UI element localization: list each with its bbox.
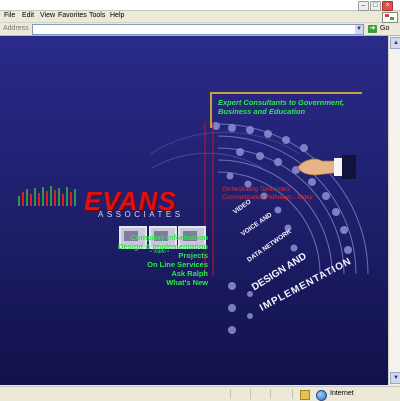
security-zone-label: Internet (330, 390, 354, 397)
go-button[interactable]: Go (380, 25, 389, 32)
slogan-line-2: Communication Pathways...Today (222, 195, 313, 201)
menu-view[interactable]: View (40, 12, 55, 19)
menu-help[interactable]: Help (110, 12, 124, 19)
status-divider (230, 389, 231, 399)
slogan-line-1: Orchestrating Tomorrow's (222, 187, 291, 193)
close-button[interactable]: × (382, 1, 393, 11)
scroll-down-icon[interactable]: ▼ (390, 372, 400, 384)
minimize-button[interactable]: – (358, 1, 369, 11)
nav-ask-ralph[interactable]: Ask Ralph (171, 269, 208, 278)
nav-projects[interactable]: Projects (178, 251, 208, 260)
vertical-scrollbar[interactable]: ▲ ▼ (388, 36, 400, 385)
status-bar: Internet (0, 386, 400, 401)
network-arcs-graphic (149, 122, 369, 334)
windows-flag-icon (382, 12, 398, 23)
tagline-line-2: Business and Education (218, 107, 306, 116)
address-label: Address (3, 25, 29, 32)
nav-whats-new[interactable]: What's New (166, 278, 208, 287)
status-divider (250, 389, 251, 399)
address-bar: Address ▼ ➔ Go (0, 23, 400, 36)
nav-online-services[interactable]: On Line Services (147, 260, 208, 269)
maximize-button[interactable]: □ (370, 1, 381, 11)
status-divider (270, 389, 271, 399)
tagline-line-1: Expert Consultants to Government, (218, 98, 345, 107)
title-bar: – □ × (0, 0, 400, 11)
menu-tools[interactable]: Tools (89, 12, 105, 19)
logo-associates: ASSOCIATES (98, 210, 184, 219)
logo-bars-graphic (18, 186, 76, 206)
scroll-up-icon[interactable]: ▲ (390, 37, 400, 49)
menu-edit[interactable]: Edit (22, 12, 34, 19)
menu-bar: File Edit View Favorites Tools Help (0, 11, 400, 23)
status-divider (292, 389, 293, 399)
globe-icon (316, 390, 327, 401)
menu-favorites[interactable]: Favorites (58, 12, 87, 19)
chevron-down-icon[interactable]: ▼ (355, 25, 363, 34)
tagline-box: Expert Consultants to Government, Busine… (210, 92, 362, 128)
nav-company-information[interactable]: Company Information (130, 233, 208, 242)
page-viewport: Expert Consultants to Government, Busine… (0, 36, 388, 385)
go-arrow-icon[interactable]: ➔ (368, 25, 377, 33)
lock-icon (300, 390, 310, 400)
nav-design-implementation[interactable]: Design & Implementation (118, 242, 208, 251)
browser-window: – □ × File Edit View Favorites Tools Hel… (0, 0, 400, 401)
address-input[interactable]: ▼ (32, 24, 364, 35)
menu-file[interactable]: File (4, 12, 15, 19)
slogan: Orchestrating Tomorrow's Communication P… (222, 186, 313, 202)
conductor-hand-icon (296, 155, 356, 179)
